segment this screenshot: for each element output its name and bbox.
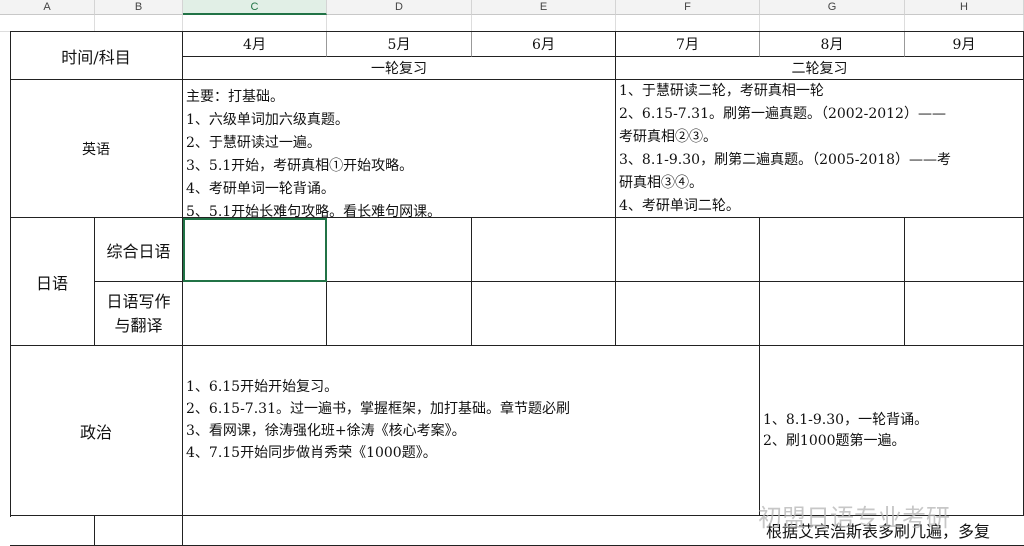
cell[interactable] [616,218,760,282]
round1-header[interactable]: 一轮复习 [183,57,616,80]
japanese-comprehensive-label[interactable]: 综合日语 [95,218,183,282]
cell[interactable] [616,15,760,32]
japanese-writing-translation-label[interactable]: 日语写作 与翻译 [95,282,183,346]
cell[interactable] [327,218,472,282]
politics-round1-cell[interactable]: 1、6.15开始开始复习。 2、6.15-7.31。过一遍书，掌握框架，加打基础… [183,346,760,516]
plan-line: 3、5.1开始，考研真相①开始攻略。 [186,158,414,174]
column-header-h[interactable]: H [905,0,1024,15]
plan-line: 2、6.15-7.31。刷第一遍真题。（2002-2012）—— [619,106,946,122]
cell[interactable] [905,282,1024,346]
plan-line: 主要：打基础。 [186,89,284,105]
cell[interactable] [10,516,95,546]
column-header-f[interactable]: F [616,0,760,15]
plan-line: 研真相③④。 [619,175,703,191]
plan-line: 考研真相②③。 [619,129,717,145]
plan-line: 4、考研单词一轮背诵。 [186,181,335,197]
cell[interactable] [0,15,95,32]
watermark: 初盟日语专业考研 [758,504,950,532]
cell[interactable] [760,218,905,282]
plan-line: 4、7.15开始同步做肖秀荣《1000题》。 [186,445,437,461]
english-label[interactable]: 英语 [10,80,183,218]
column-header-a[interactable]: A [0,0,95,15]
plan-line: 2、6.15-7.31。过一遍书，掌握框架，加打基础。章节题必刷 [186,401,570,417]
plan-line: 1、六级单词加六级真题。 [186,112,349,128]
cell[interactable] [327,282,472,346]
cell[interactable] [95,516,183,546]
plan-line: 4、考研单词二轮。 [619,198,740,214]
english-round2-cell[interactable]: 1、于慧研读二轮，考研真相一轮 2、6.15-7.31。刷第一遍真题。（2002… [616,80,1024,218]
plan-line: 3、8.1-9.30，刷第二遍真题。（2005-2018）——考 [619,152,952,168]
month-may[interactable]: 5月 [327,32,472,57]
month-july[interactable]: 7月 [616,32,760,57]
column-header-c[interactable]: C [183,0,327,15]
plan-line: 1、6.15开始开始复习。 [186,379,339,395]
english-round1-cell[interactable]: 主要：打基础。 1、六级单词加六级真题。 2、于慧研读过一遍。 3、5.1开始，… [183,80,616,218]
cell[interactable] [183,282,327,346]
cell[interactable] [472,282,616,346]
plan-line: 1、8.1-9.30，一轮背诵。 [763,412,929,428]
cell[interactable] [905,218,1024,282]
round2-header[interactable]: 二轮复习 [616,57,1024,80]
cell[interactable] [95,15,183,32]
plan-line: 1、于慧研读二轮，考研真相一轮 [619,83,824,99]
japanese-label[interactable]: 日语 [10,218,95,346]
time-subject-header[interactable]: 时间/科目 [10,32,183,80]
selected-cell-c[interactable] [183,218,327,282]
cell[interactable] [327,15,472,32]
politics-round2-cell[interactable]: 1、8.1-9.30，一轮背诵。 2、刷1000题第一遍。 [760,346,1024,516]
month-april[interactable]: 4月 [183,32,327,57]
politics-label[interactable]: 政治 [10,346,183,516]
month-august[interactable]: 8月 [760,32,905,57]
cell[interactable] [472,15,616,32]
label-line: 与翻译 [114,315,163,335]
cell[interactable] [760,15,905,32]
cell[interactable] [183,15,327,32]
label-line: 日语写作 [106,291,171,311]
plan-line: 2、于慧研读过一遍。 [186,135,321,151]
column-header-d[interactable]: D [327,0,472,15]
month-september[interactable]: 9月 [905,32,1024,57]
plan-line: 2、刷1000题第一遍。 [763,433,906,449]
cell[interactable] [760,282,905,346]
column-header-g[interactable]: G [760,0,905,15]
column-header-e[interactable]: E [472,0,616,15]
plan-line: 3、看网课，徐涛强化班+徐涛《核心考案》。 [186,423,466,439]
cell[interactable] [905,15,1024,32]
month-june[interactable]: 6月 [472,32,616,57]
cell[interactable] [616,282,760,346]
plan-line: 5、5.1开始长难句攻略。看长难句网课。 [186,204,442,218]
column-header-b[interactable]: B [95,0,183,15]
cell[interactable] [472,218,616,282]
